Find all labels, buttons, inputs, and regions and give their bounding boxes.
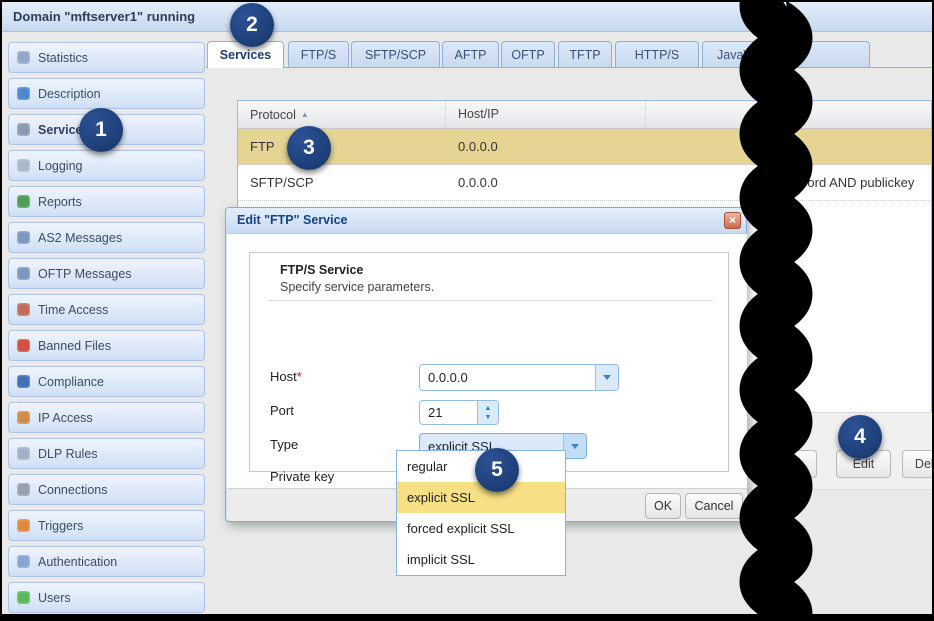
sidebar-item-label: Banned Files [38, 339, 111, 353]
chevron-down-icon[interactable] [595, 365, 618, 390]
host-value: 0.0.0.0 [420, 365, 618, 390]
sidebar-item-label: Statistics [38, 51, 88, 65]
users-icon [17, 591, 30, 604]
service-form-panel: FTP/S Service Specify service parameters… [249, 252, 729, 472]
logging-icon [17, 159, 30, 172]
app-window: Domain "mftserver1" running Statistics D… [0, 0, 934, 621]
grid-header-host-ip[interactable]: Host/IP [446, 101, 646, 128]
sidebar-item-label: Reports [38, 195, 82, 209]
sidebar-item-users[interactable]: Users [8, 582, 205, 613]
cell-protocol: FTP [238, 139, 446, 154]
dlp-rules-icon [17, 447, 30, 460]
statistics-icon [17, 51, 30, 64]
sidebar-item-description[interactable]: Description [8, 78, 205, 109]
sidebar-item-banned-files[interactable]: Banned Files [8, 330, 205, 361]
window-title: Domain "mftserver1" running [2, 2, 932, 32]
sidebar-item-time-access[interactable]: Time Access [8, 294, 205, 325]
sort-asc-icon: ▲ [301, 110, 309, 119]
sidebar-item-label: DLP Rules [38, 447, 98, 461]
sidebar-item-label: Connections [38, 483, 108, 497]
host-combobox[interactable]: 0.0.0.0 [419, 364, 619, 391]
sidebar-item-label: Description [38, 87, 101, 101]
annotation-badge-3: 3 [287, 126, 331, 170]
oftp-messages-icon [17, 267, 30, 280]
private-key-label: Private key [270, 469, 334, 484]
grid-row-sftpscp[interactable]: SFTP/SCP 0.0.0.0 word AND publickey [238, 165, 931, 201]
sidebar-item-label: Compliance [38, 375, 104, 389]
grid-header-protocol[interactable]: Protocol▲ [238, 101, 446, 128]
triggers-icon [17, 519, 30, 532]
annotation-badge-5: 5 [475, 448, 519, 492]
sidebar-item-dlp-rules[interactable]: DLP Rules [8, 438, 205, 469]
spinner-buttons[interactable]: ▲ ▼ [477, 401, 498, 424]
grid-header-auth[interactable] [646, 101, 931, 128]
sidebar-item-connections[interactable]: Connections [8, 474, 205, 505]
sidebar-item-authentication[interactable]: Authentication [8, 546, 205, 577]
tab-javaweb[interactable]: JavaW [702, 41, 870, 67]
sidebar-item-statistics[interactable]: Statistics [8, 42, 205, 73]
sidebar-item-label: IP Access [38, 411, 93, 425]
grid-row-ftp[interactable]: FTP 0.0.0.0 [238, 129, 931, 165]
cell-host-ip: 0.0.0.0 [446, 139, 646, 154]
port-label: Port [270, 403, 294, 418]
form-divider [268, 300, 713, 301]
time-access-icon [17, 303, 30, 316]
option-implicit-ssl[interactable]: implicit SSL [397, 544, 565, 575]
dialog-title: Edit "FTP" Service [226, 208, 746, 233]
sidebar-item-label: OFTP Messages [38, 267, 132, 281]
sidebar-item-oftp-messages[interactable]: OFTP Messages [8, 258, 205, 289]
form-subheading: Specify service parameters. [280, 280, 434, 294]
tab-aftp[interactable]: AFTP [442, 41, 499, 67]
banned-files-icon [17, 339, 30, 352]
tab-tftp[interactable]: TFTP [558, 41, 612, 67]
ok-button[interactable]: OK [645, 493, 681, 519]
tab-ftps[interactable]: FTP/S [288, 41, 349, 67]
sidebar-item-label: Triggers [38, 519, 83, 533]
delete-button[interactable]: Delete [902, 450, 934, 478]
annotation-badge-1: 1 [79, 108, 123, 152]
sidebar-item-triggers[interactable]: Triggers [8, 510, 205, 541]
option-explicit-ssl[interactable]: explicit SSL [397, 482, 565, 513]
sidebar-item-label: Time Access [38, 303, 108, 317]
port-stepper[interactable]: 21 ▲ ▼ [419, 400, 499, 425]
cell-auth: word AND publickey [646, 175, 931, 190]
cell-host-ip: 0.0.0.0 [446, 175, 646, 190]
sidebar-item-label: AS2 Messages [38, 231, 122, 245]
compliance-icon [17, 375, 30, 388]
sidebar-item-label: Logging [38, 159, 83, 173]
ip-access-icon [17, 411, 30, 424]
type-label: Type [270, 437, 298, 452]
add-button[interactable]: Add [762, 450, 817, 478]
sidebar-item-logging[interactable]: Logging [8, 150, 205, 181]
connections-icon [17, 483, 30, 496]
spinner-down-icon[interactable]: ▼ [485, 413, 492, 422]
option-forced-explicit-ssl[interactable]: forced explicit SSL [397, 513, 565, 544]
form-heading: FTP/S Service [280, 263, 363, 277]
description-icon [17, 87, 30, 100]
sidebar-item-label: Users [38, 591, 71, 605]
grid-header-row: Protocol▲ Host/IP [238, 101, 931, 129]
host-label: Host* [270, 369, 302, 384]
sidebar-item-reports[interactable]: Reports [8, 186, 205, 217]
sidebar-item-compliance[interactable]: Compliance [8, 366, 205, 397]
close-icon[interactable]: × [724, 212, 741, 229]
cancel-button[interactable]: Cancel [685, 493, 743, 519]
annotation-badge-2: 2 [230, 3, 274, 47]
tab-sftpscp[interactable]: SFTP/SCP [351, 41, 440, 67]
as2-messages-icon [17, 231, 30, 244]
reports-icon [17, 195, 30, 208]
sidebar-item-as2-messages[interactable]: AS2 Messages [8, 222, 205, 253]
required-mark: * [297, 369, 302, 384]
chevron-down-icon[interactable] [563, 434, 586, 458]
services-icon [17, 123, 30, 136]
tab-oftp[interactable]: OFTP [501, 41, 555, 67]
cell-protocol: SFTP/SCP [238, 175, 446, 190]
annotation-badge-4: 4 [838, 415, 882, 459]
authentication-icon [17, 555, 30, 568]
sidebar-item-label: Authentication [38, 555, 117, 569]
sidebar-item-ip-access[interactable]: IP Access [8, 402, 205, 433]
tab-https[interactable]: HTTP/S [615, 41, 699, 67]
tabstrip-baseline [206, 67, 932, 68]
spinner-up-icon[interactable]: ▲ [485, 404, 492, 413]
